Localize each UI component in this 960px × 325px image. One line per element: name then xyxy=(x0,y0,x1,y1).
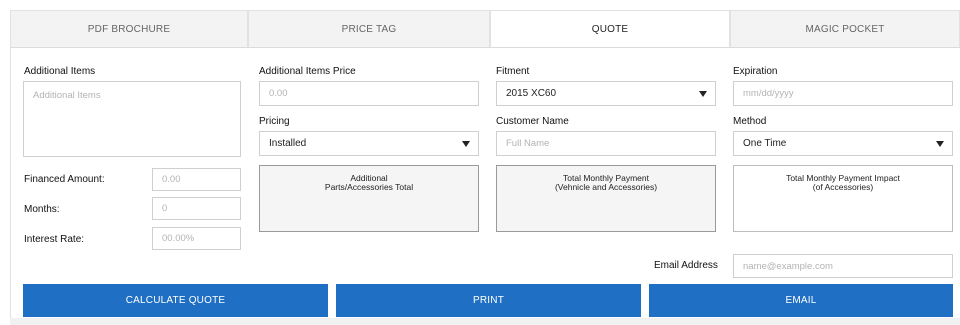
chevron-down-icon xyxy=(936,140,944,147)
additional-items-label: Additional Items xyxy=(24,66,96,77)
fitment-label: Fitment xyxy=(496,66,530,77)
expiration-input[interactable]: mm/dd/yyyy xyxy=(733,81,953,106)
impact-line-2: (of Accessories) xyxy=(812,182,874,192)
method-label: Method xyxy=(733,116,767,127)
chevron-down-icon xyxy=(699,90,707,97)
additional-items-price-input[interactable]: 0.00 xyxy=(259,81,479,106)
calculate-quote-button[interactable]: CALCULATE QUOTE xyxy=(23,284,328,317)
expiration-label: Expiration xyxy=(733,66,778,77)
fitment-select[interactable]: 2015 XC60 xyxy=(496,81,716,106)
tab-pdf-brochure[interactable]: PDF BROCHURE xyxy=(10,10,248,48)
tab-quote[interactable]: QUOTE xyxy=(490,10,730,48)
method-select-value: One Time xyxy=(743,138,787,149)
parts-total-line-2: Parts/Accessories Total xyxy=(324,182,414,192)
pricing-label: Pricing xyxy=(259,116,290,127)
pricing-select-value: Installed xyxy=(269,138,307,149)
total-monthly-payment-box: Total Monthly Payment (Vehnicle and Acce… xyxy=(496,165,716,232)
months-label: Months: xyxy=(24,204,60,215)
interest-rate-input[interactable]: 00.00% xyxy=(152,227,241,250)
monthly-payment-line-2: (Vehnicle and Accessories) xyxy=(554,182,658,192)
fitment-select-value: 2015 XC60 xyxy=(506,88,557,99)
customer-name-label: Customer Name xyxy=(496,116,569,127)
tab-bar: PDF BROCHURE PRICE TAG QUOTE MAGIC POCKE… xyxy=(10,10,960,48)
chevron-down-icon xyxy=(462,140,470,147)
tab-price-tag[interactable]: PRICE TAG xyxy=(248,10,490,48)
email-address-label: Email Address xyxy=(654,260,718,271)
customer-name-input[interactable]: Full Name xyxy=(496,131,716,156)
print-button[interactable]: PRINT xyxy=(336,284,641,317)
months-input[interactable]: 0 xyxy=(152,197,241,220)
method-select[interactable]: One Time xyxy=(733,131,953,156)
additional-items-price-label: Additional Items Price xyxy=(259,66,356,77)
parts-accessories-total-box: Additional Parts/Accessories Total xyxy=(259,165,479,232)
tab-magic-pocket[interactable]: MAGIC POCKET xyxy=(730,10,960,48)
monthly-payment-impact-box: Total Monthly Payment Impact (of Accesso… xyxy=(733,165,953,232)
email-address-input[interactable]: name@example.com xyxy=(733,254,953,278)
email-button[interactable]: EMAIL xyxy=(649,284,953,317)
pricing-select[interactable]: Installed xyxy=(259,131,479,156)
footer-strip xyxy=(10,318,960,325)
financed-amount-input[interactable]: 0.00 xyxy=(152,168,241,191)
additional-items-input[interactable]: Additional Items xyxy=(23,81,241,157)
financed-amount-label: Financed Amount: xyxy=(24,174,105,185)
interest-rate-label: Interest Rate: xyxy=(24,234,85,245)
